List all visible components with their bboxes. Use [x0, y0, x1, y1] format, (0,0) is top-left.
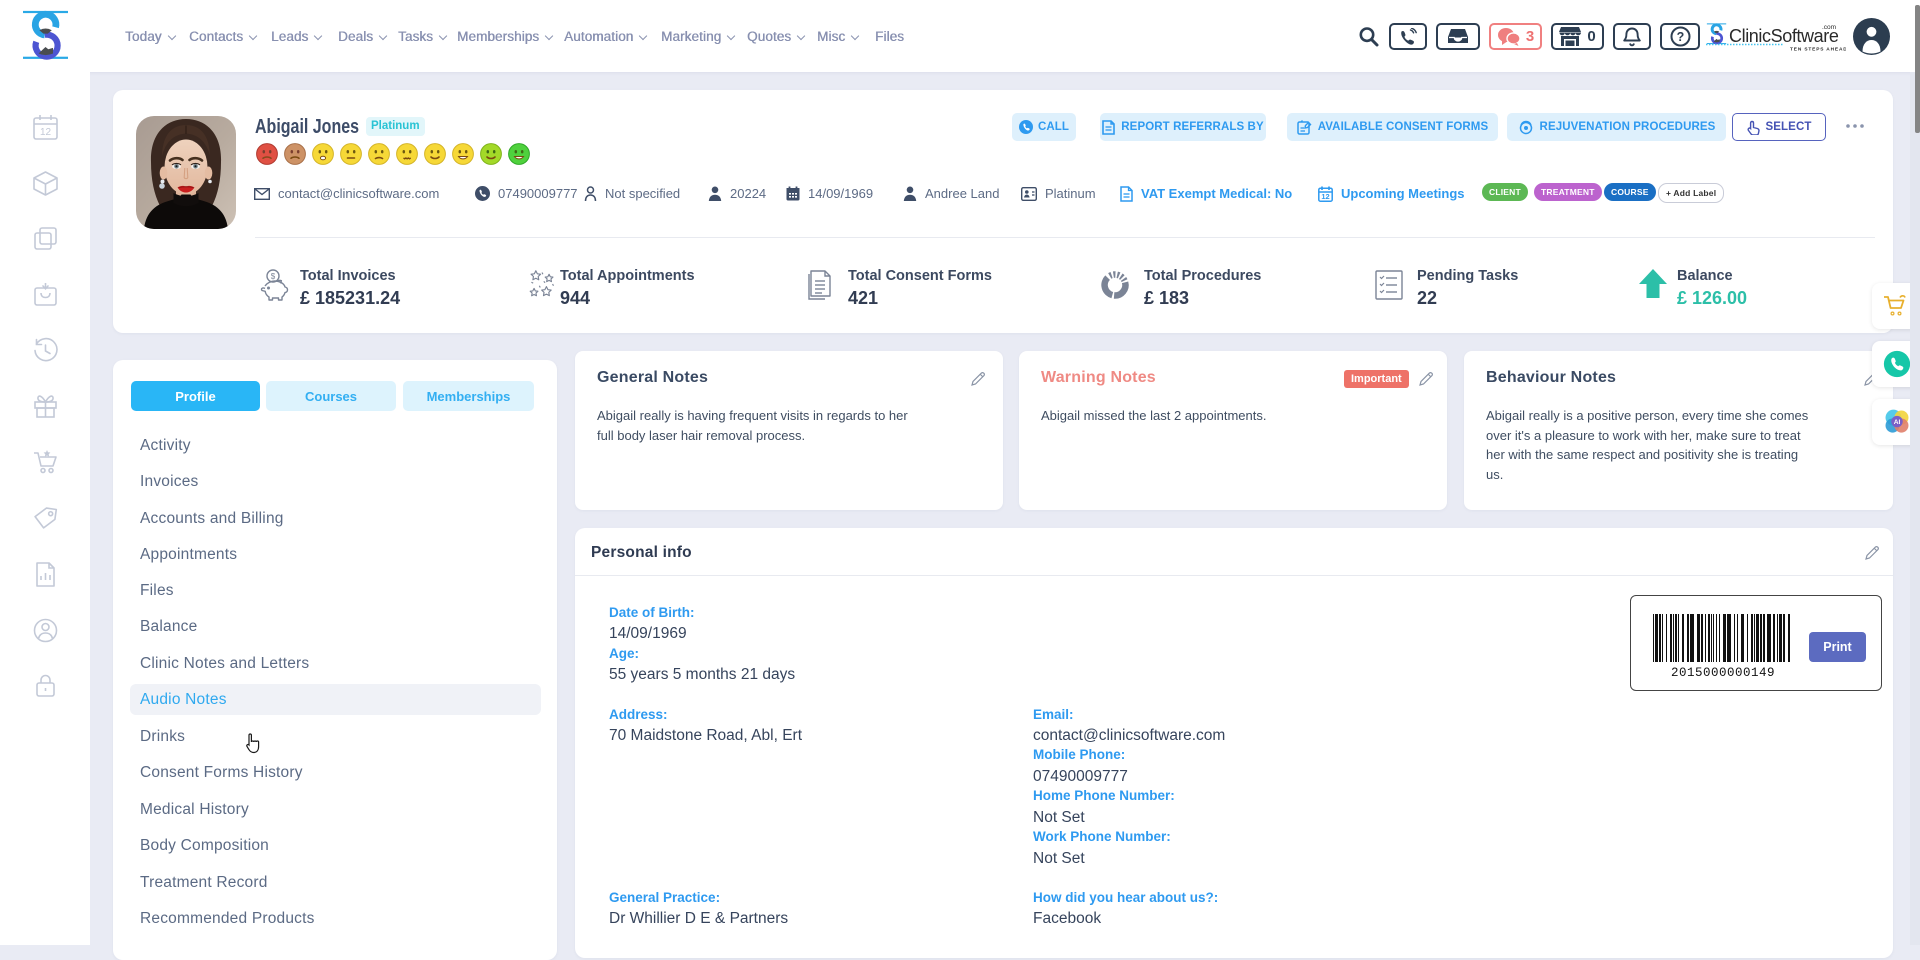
svg-text:.com: .com [1822, 24, 1836, 31]
svg-text:AI: AI [1894, 419, 1901, 426]
svg-text:?: ? [1676, 30, 1684, 44]
svg-text:12: 12 [1321, 192, 1329, 201]
svg-text:12: 12 [40, 127, 52, 138]
svg-text:$: $ [271, 272, 276, 281]
svg-text:TEN STEPS AHEAD: TEN STEPS AHEAD [1790, 47, 1846, 53]
